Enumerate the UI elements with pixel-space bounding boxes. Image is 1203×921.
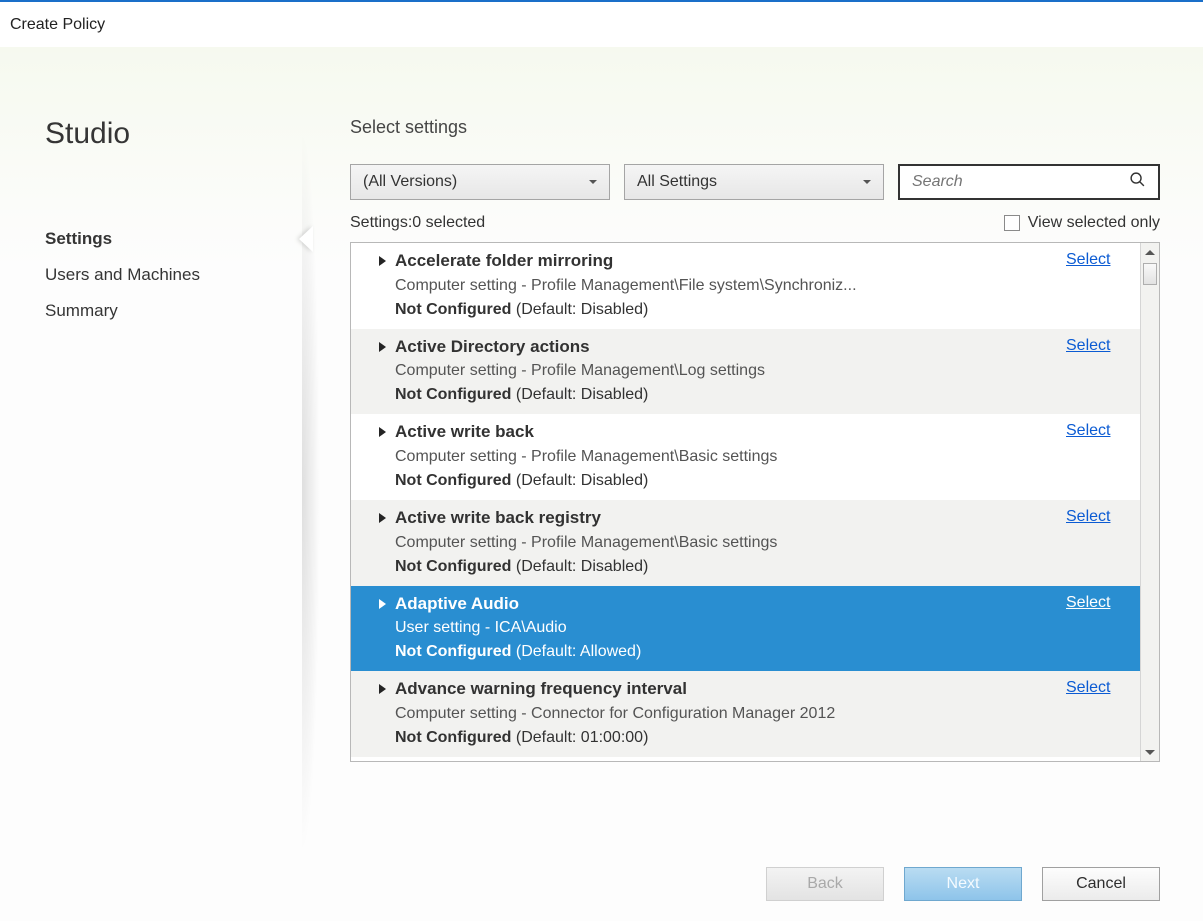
setting-title: Active Directory actions	[395, 335, 1066, 360]
page-title: Select settings	[350, 117, 1160, 138]
sidebar-item-label: Users and Machines	[45, 265, 200, 284]
setting-state: Not Configured (Default: Disabled)	[395, 298, 1066, 322]
cancel-button[interactable]: Cancel	[1042, 867, 1160, 901]
wizard-buttons: Back Next Cancel	[350, 867, 1160, 901]
settings-row-body: Accelerate folder mirroringComputer sett…	[395, 249, 1066, 322]
expand-icon[interactable]	[369, 249, 395, 322]
settings-row[interactable]: Active write back registryComputer setti…	[351, 500, 1140, 586]
select-link[interactable]: Select	[1066, 592, 1136, 665]
chevron-down-icon	[863, 180, 871, 184]
settings-row-body: Active write backComputer setting - Prof…	[395, 420, 1066, 493]
back-button[interactable]: Back	[766, 867, 884, 901]
arrow-down-icon	[1145, 750, 1155, 755]
select-link[interactable]: Select	[1066, 249, 1136, 322]
sidebar-item-summary[interactable]: Summary	[45, 293, 312, 329]
select-link[interactable]: Select	[1066, 420, 1136, 493]
sidebar-item-label: Settings	[45, 229, 112, 248]
settings-row-body: Advance warning frequency intervalComput…	[395, 677, 1066, 750]
window-title: Create Policy	[0, 2, 1203, 47]
select-link[interactable]: Select	[1066, 335, 1136, 408]
setting-title: Accelerate folder mirroring	[395, 249, 1066, 274]
wizard-sidebar: Studio Settings Users and Machines Summa…	[0, 47, 312, 921]
setting-path: Computer setting - Profile Management\Lo…	[395, 359, 1066, 383]
main-panel: Select settings (All Versions) All Setti…	[350, 117, 1160, 762]
setting-title: Advance warning frequency interval	[395, 677, 1066, 702]
settings-row-body: Active write back registryComputer setti…	[395, 506, 1066, 579]
setting-title: Active write back	[395, 420, 1066, 445]
settings-row-body: Adaptive AudioUser setting - ICA\AudioNo…	[395, 592, 1066, 665]
active-step-indicator-icon	[299, 226, 313, 252]
setting-title: Active write back registry	[395, 506, 1066, 531]
app-name: Studio	[45, 117, 312, 151]
settings-row[interactable]: Active Directory actionsComputer setting…	[351, 329, 1140, 415]
scroll-thumb[interactable]	[1143, 263, 1157, 285]
search-icon	[1129, 171, 1146, 193]
next-button[interactable]: Next	[904, 867, 1022, 901]
setting-state: Not Configured (Default: 01:00:00)	[395, 726, 1066, 750]
expand-icon[interactable]	[369, 677, 395, 750]
versions-dropdown[interactable]: (All Versions)	[350, 164, 610, 200]
expand-icon[interactable]	[369, 335, 395, 408]
search-input[interactable]	[912, 173, 1129, 191]
scroll-down-button[interactable]	[1141, 743, 1159, 761]
expand-icon[interactable]	[369, 592, 395, 665]
dropdown-value: (All Versions)	[363, 173, 457, 191]
select-link[interactable]: Select	[1066, 506, 1136, 579]
sidebar-item-label: Summary	[45, 301, 118, 320]
setting-state: Not Configured (Default: Disabled)	[395, 469, 1066, 493]
setting-title: Adaptive Audio	[395, 592, 1066, 617]
sidebar-item-users-and-machines[interactable]: Users and Machines	[45, 257, 312, 293]
arrow-up-icon	[1145, 250, 1155, 255]
expand-icon[interactable]	[369, 506, 395, 579]
sidebar-item-settings[interactable]: Settings	[45, 221, 312, 257]
view-selected-only-checkbox[interactable]	[1004, 215, 1020, 231]
scroll-up-button[interactable]	[1141, 243, 1159, 261]
setting-path: User setting - ICA\Audio	[395, 616, 1066, 640]
settings-count-value: 0 selected	[412, 214, 485, 232]
settings-row[interactable]: Advance warning message box body textCom…	[351, 757, 1140, 761]
settings-row[interactable]: Accelerate folder mirroringComputer sett…	[351, 243, 1140, 329]
setting-state: Not Configured (Default: Disabled)	[395, 383, 1066, 407]
search-box[interactable]	[898, 164, 1160, 200]
setting-state: Not Configured (Default: Disabled)	[395, 555, 1066, 579]
settings-row-body: Active Directory actionsComputer setting…	[395, 335, 1066, 408]
expand-icon[interactable]	[369, 420, 395, 493]
settings-row[interactable]: Adaptive AudioUser setting - ICA\AudioNo…	[351, 586, 1140, 672]
setting-path: Computer setting - Profile Management\Ba…	[395, 531, 1066, 555]
settings-list: Accelerate folder mirroringComputer sett…	[351, 243, 1140, 761]
settings-count-label: Settings:	[350, 214, 412, 232]
setting-path: Computer setting - Profile Management\Ba…	[395, 445, 1066, 469]
category-dropdown[interactable]: All Settings	[624, 164, 884, 200]
setting-state: Not Configured (Default: Allowed)	[395, 640, 1066, 664]
setting-path: Computer setting - Profile Management\Fi…	[395, 274, 1066, 298]
scrollbar[interactable]	[1140, 243, 1159, 761]
view-selected-only-label: View selected only	[1028, 214, 1160, 232]
dropdown-value: All Settings	[637, 173, 717, 191]
settings-row[interactable]: Advance warning frequency intervalComput…	[351, 671, 1140, 757]
chevron-down-icon	[589, 180, 597, 184]
setting-path: Computer setting - Connector for Configu…	[395, 702, 1066, 726]
select-link[interactable]: Select	[1066, 677, 1136, 750]
settings-row[interactable]: Active write backComputer setting - Prof…	[351, 414, 1140, 500]
scroll-track[interactable]	[1141, 261, 1159, 743]
